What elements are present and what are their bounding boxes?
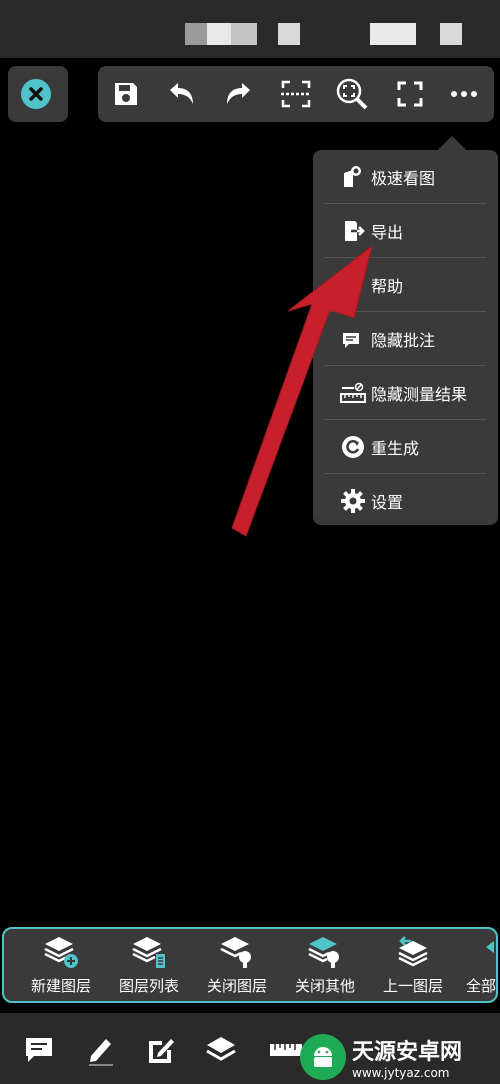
all-layers-icon	[486, 941, 494, 953]
new-layer-button[interactable]: 新建图层	[18, 935, 104, 999]
watermark: 天源安卓网 www.jytyaz.com	[300, 1030, 500, 1084]
layer-toolbar: 新建图层 图层列表 关闭图层 关闭其他 上一图层 全部	[2, 927, 498, 1003]
layer-item-label: 图层列表	[118, 977, 179, 995]
layer-item-label: 关闭图层	[206, 977, 267, 995]
android-logo-icon	[300, 1034, 346, 1080]
new-layer-icon	[44, 937, 78, 968]
close-layer-button[interactable]: 关闭图层	[194, 935, 280, 999]
edit-icon[interactable]	[144, 1033, 178, 1067]
close-layer-icon	[220, 937, 251, 968]
all-layers-button[interactable]: 全部	[456, 935, 497, 999]
layer-list-icon	[132, 937, 165, 968]
pencil-icon[interactable]	[84, 1033, 118, 1067]
layer-item-label: 新建图层	[30, 977, 91, 995]
layer-item-label: 全部	[466, 977, 497, 995]
close-others-button[interactable]: 关闭其他	[282, 935, 368, 999]
close-others-icon	[308, 937, 339, 968]
previous-layer-icon	[398, 936, 428, 967]
layer-item-label: 上一图层	[382, 977, 443, 995]
previous-layer-button[interactable]: 上一图层	[370, 935, 456, 999]
layer-list-button[interactable]: 图层列表	[106, 935, 192, 999]
red-arrow-annotation	[231, 244, 373, 537]
watermark-title: 天源安卓网	[352, 1040, 463, 1065]
watermark-url: www.jytyaz.com	[352, 1066, 450, 1080]
layers-icon[interactable]	[204, 1033, 238, 1067]
comment-icon[interactable]	[22, 1033, 56, 1067]
layer-item-label: 关闭其他	[294, 977, 355, 995]
